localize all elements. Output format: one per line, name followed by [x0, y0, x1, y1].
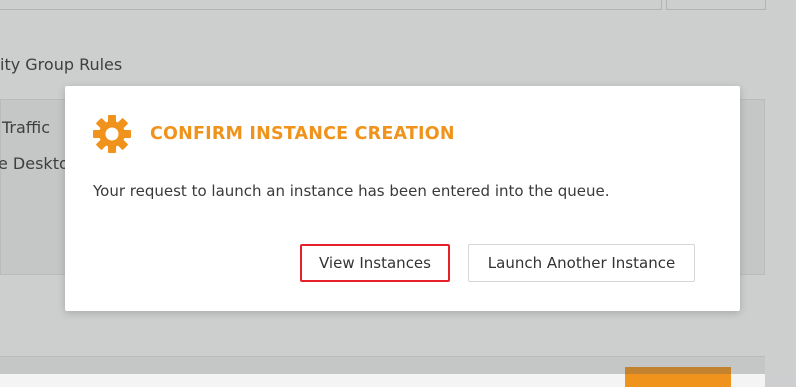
gear-icon [93, 115, 131, 153]
view-instances-button[interactable]: View Instances [300, 244, 450, 282]
confirm-instance-dialog: CONFIRM INSTANCE CREATION Your request t… [65, 86, 740, 311]
launch-another-instance-button[interactable]: Launch Another Instance [468, 244, 695, 282]
dialog-title: CONFIRM INSTANCE CREATION [150, 124, 455, 144]
dialog-message: Your request to launch an instance has b… [93, 182, 610, 200]
dialog-header: CONFIRM INSTANCE CREATION [92, 114, 455, 154]
